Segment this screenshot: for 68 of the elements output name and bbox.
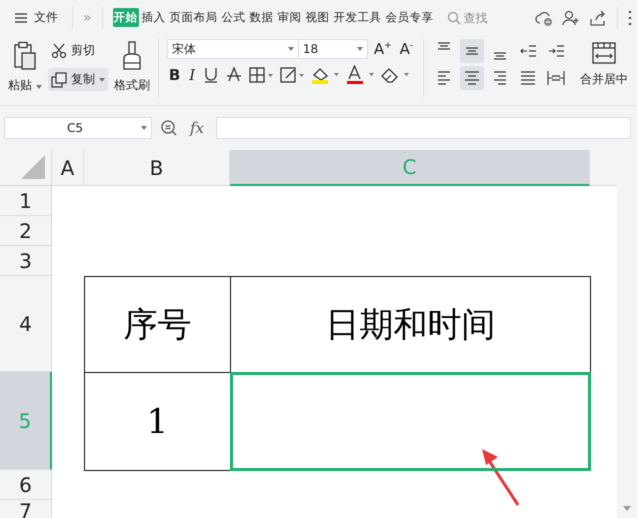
strikethrough-icon[interactable] (225, 66, 244, 84)
align-lines-icon (520, 45, 537, 57)
ribbon-tab[interactable]: 公式 (220, 8, 247, 27)
search-field[interactable]: 查找 (464, 10, 494, 24)
add-user-icon[interactable] (561, 8, 581, 26)
more-icon[interactable] (627, 8, 633, 26)
row-header[interactable]: 4 (0, 276, 52, 372)
ribbon-tab[interactable]: 数据 (248, 8, 275, 27)
font-size-dropdown[interactable]: 18 (298, 39, 368, 59)
ribbon-tab[interactable]: 页面布局 (168, 8, 219, 27)
row-header[interactable]: 2 (0, 216, 52, 246)
font-dropdown[interactable]: 宋体 (166, 39, 299, 59)
font-color-icon[interactable] (345, 65, 376, 85)
italic-button[interactable]: I (187, 66, 198, 84)
cell-style-icon[interactable] (279, 66, 306, 84)
ribbon-tab[interactable]: 插入 (140, 8, 167, 27)
row-header[interactable]: 7 (0, 500, 52, 518)
table-cell: 日期和时间 (230, 276, 591, 373)
caret-icon (288, 47, 294, 51)
ribbon-tab[interactable]: 视图 (304, 8, 331, 27)
merge-center-button[interactable]: 合并居中 (580, 39, 628, 88)
align-lines-icon (437, 71, 452, 85)
format-painter-button[interactable]: 格式刷 (114, 39, 150, 94)
increase-font-button[interactable]: A$^{+}$ (372, 40, 394, 58)
decrease-font-button[interactable]: A$^{-}$ (398, 40, 416, 58)
vertical-scrollbar[interactable] (617, 150, 637, 518)
ribbon-tab[interactable]: 会员专享 (384, 8, 435, 27)
alignment-button[interactable] (460, 66, 484, 90)
align-lines-icon (493, 71, 508, 85)
table-cell: 序号 (84, 276, 231, 373)
caret-icon (98, 78, 105, 82)
brush-icon (120, 41, 143, 71)
row-header[interactable]: 3 (0, 246, 52, 276)
table-cell: 1 (84, 372, 231, 471)
align-lines-icon (548, 45, 565, 57)
row-header[interactable]: 1 (0, 186, 52, 216)
scissors-icon (50, 42, 67, 58)
alignment-button[interactable] (460, 39, 484, 63)
scroll-down-icon[interactable] (623, 506, 631, 512)
cut-button[interactable]: 剪切 (48, 39, 108, 62)
row-header[interactable]: 6 (0, 470, 52, 500)
paste-button[interactable]: 粘贴 (8, 39, 42, 94)
align-lines-icon (464, 71, 480, 85)
border-icon[interactable] (248, 66, 274, 84)
align-lines-icon (520, 71, 536, 85)
copy-button[interactable]: 复制 (48, 68, 108, 91)
align-lines-icon (493, 52, 508, 60)
function-label[interactable]: fx (190, 119, 204, 137)
file-menu[interactable]: 文件 (10, 7, 62, 28)
menu-icon (14, 12, 28, 24)
name-box[interactable]: C5 (4, 117, 152, 139)
align-lines-icon (465, 47, 480, 55)
search-icon[interactable] (446, 10, 461, 24)
caret-icon (141, 126, 147, 130)
ribbon-tab[interactable]: 审阅 (276, 8, 303, 27)
clipboard-icon (12, 41, 37, 71)
formula-input[interactable] (216, 117, 631, 139)
align-lines-icon (547, 70, 566, 86)
align-lines-icon (437, 42, 452, 50)
column-header[interactable]: A (52, 150, 84, 186)
copy-icon (50, 72, 67, 88)
merge-cells-icon (592, 41, 616, 65)
zoom-icon[interactable] (160, 119, 178, 137)
caret-icon (356, 47, 363, 51)
column-header[interactable]: B (84, 150, 230, 186)
caret-icon (36, 85, 42, 89)
bold-button[interactable]: B (166, 66, 182, 84)
ribbon-tab[interactable]: 开发工具 (332, 8, 383, 27)
